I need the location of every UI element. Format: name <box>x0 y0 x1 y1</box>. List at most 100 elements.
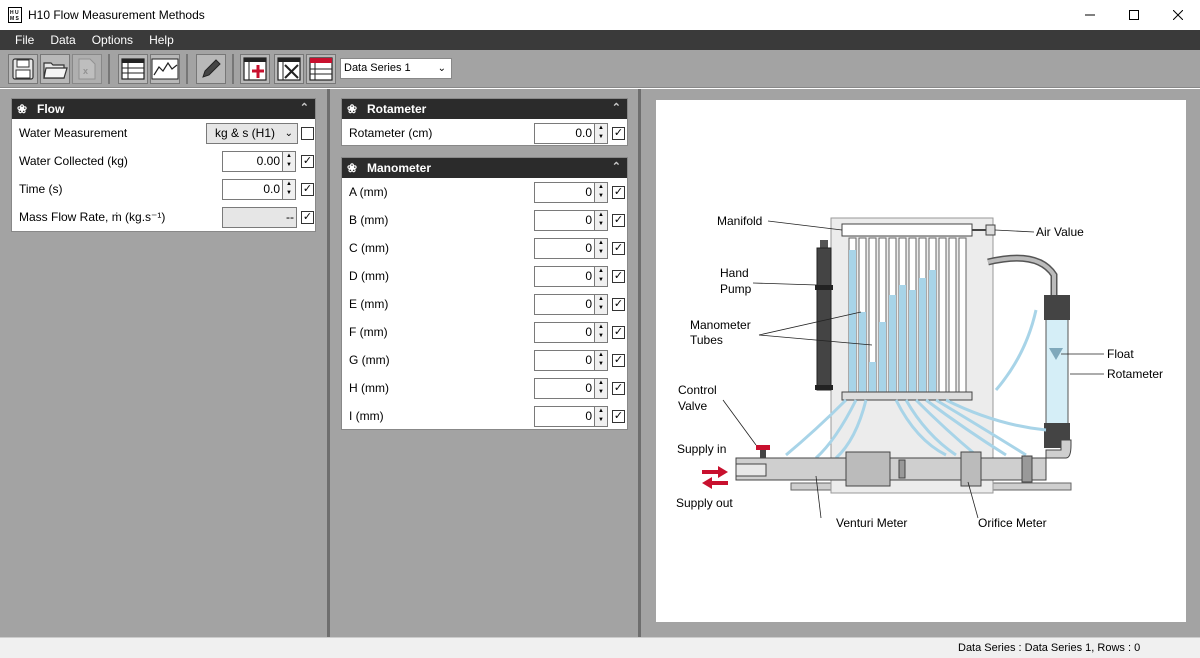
mass-flow-checkbox[interactable]: ✓ <box>301 211 314 224</box>
rotameter-input[interactable]: 0.0 <box>534 123 595 144</box>
menu-data[interactable]: Data <box>42 33 83 47</box>
water-collected-checkbox[interactable]: ✓ <box>301 155 314 168</box>
menu-help[interactable]: Help <box>141 33 182 47</box>
manometer-row-label: H (mm) <box>349 381 389 395</box>
flow-panel: ❀ Flow ⌃ Water Measurement kg & s (H1) ⌄… <box>11 98 316 232</box>
column-divider[interactable] <box>638 89 641 637</box>
manometer-row-label: C (mm) <box>349 241 389 255</box>
water-collected-input[interactable]: 0.00 <box>222 151 283 172</box>
manometer-row-input[interactable]: 0 <box>534 378 595 399</box>
flow-panel-header: ❀ Flow ⌃ <box>12 99 315 119</box>
manometer-row: B (mm) 0 ▲ ▼ ✓ <box>342 206 627 234</box>
window-title: H10 Flow Measurement Methods <box>28 8 205 22</box>
close-file-button[interactable]: x <box>72 54 102 84</box>
manometer-row-checkbox[interactable]: ✓ <box>612 242 625 255</box>
rotameter-checkbox[interactable]: ✓ <box>612 127 625 140</box>
manometer-row-spinner[interactable]: ▲ ▼ <box>594 238 608 259</box>
collapse-icon[interactable]: ⌃ <box>612 101 621 114</box>
open-button[interactable] <box>40 54 70 84</box>
manometer-row: F (mm) 0 ▲ ▼ ✓ <box>342 318 627 346</box>
delete-row-button[interactable] <box>274 54 304 84</box>
manometer-row-checkbox[interactable]: ✓ <box>612 326 625 339</box>
close-icon <box>1173 10 1183 20</box>
maximize-button[interactable] <box>1112 0 1156 30</box>
label-valve: Valve <box>678 399 707 413</box>
manometer-row-spinner[interactable]: ▲ ▼ <box>594 350 608 371</box>
manometer-row-spinner[interactable]: ▲ ▼ <box>594 294 608 315</box>
table-view-button[interactable] <box>118 54 148 84</box>
water-measurement-select[interactable]: kg & s (H1) ⌄ <box>206 123 298 144</box>
manometer-row: A (mm) 0 ▲ ▼ ✓ <box>342 178 627 206</box>
menu-options[interactable]: Options <box>84 33 141 47</box>
label-supply-out: Supply out <box>676 496 733 510</box>
rotameter-panel-title: Rotameter <box>367 102 427 116</box>
graph-view-button[interactable] <box>150 54 180 84</box>
water-measurement-label: Water Measurement <box>19 126 128 140</box>
manometer-row-checkbox[interactable]: ✓ <box>612 382 625 395</box>
manometer-row-input[interactable]: 0 <box>534 406 595 427</box>
rotameter-label: Rotameter (cm) <box>349 126 433 140</box>
title-bar: H UM S H10 Flow Measurement Methods <box>0 0 1200 30</box>
water-collected-row: Water Collected (kg) 0.00 ▲ ▼ ✓ <box>12 147 315 175</box>
manometer-row-input[interactable]: 0 <box>534 294 595 315</box>
manometer-row-spinner[interactable]: ▲ ▼ <box>594 266 608 287</box>
close-button[interactable] <box>1156 0 1200 30</box>
series-button[interactable] <box>306 54 336 84</box>
manometer-row: H (mm) 0 ▲ ▼ ✓ <box>342 374 627 402</box>
manometer-row-checkbox[interactable]: ✓ <box>612 354 625 367</box>
manometer-row-checkbox[interactable]: ✓ <box>612 298 625 311</box>
manometer-row-spinner[interactable]: ▲ ▼ <box>594 182 608 203</box>
label-manometer: Manometer <box>690 318 751 332</box>
manometer-row-input[interactable]: 0 <box>534 266 595 287</box>
toolbar-separator <box>108 54 110 84</box>
control-valve <box>756 445 770 450</box>
manometer-row-input[interactable]: 0 <box>534 210 595 231</box>
add-row-icon <box>243 57 267 81</box>
manometer-row-input[interactable]: 0 <box>534 350 595 371</box>
manometer-row-input[interactable]: 0 <box>534 238 595 259</box>
app-icon: H UM S <box>8 7 22 23</box>
manometer-row: D (mm) 0 ▲ ▼ ✓ <box>342 262 627 290</box>
label-tubes: Tubes <box>690 333 723 347</box>
manometer-row-input[interactable]: 0 <box>534 322 595 343</box>
series-table-icon <box>309 57 333 81</box>
time-row: Time (s) 0.0 ▲ ▼ ✓ <box>12 175 315 203</box>
rotameter-spinner[interactable]: ▲ ▼ <box>594 123 608 144</box>
manometer-row-spinner[interactable]: ▲ ▼ <box>594 378 608 399</box>
manometer-row-checkbox[interactable]: ✓ <box>612 270 625 283</box>
manometer-row-spinner[interactable]: ▲ ▼ <box>594 210 608 231</box>
save-button[interactable] <box>8 54 38 84</box>
manometer-row-spinner[interactable]: ▲ ▼ <box>594 406 608 427</box>
manometer-panel-header: ❀ Manometer ⌃ <box>342 158 627 178</box>
column-divider[interactable] <box>327 89 330 637</box>
time-spinner[interactable]: ▲ ▼ <box>282 179 296 200</box>
water-measurement-checkbox[interactable] <box>301 127 314 140</box>
data-series-select[interactable]: Data Series 1 ⌄ <box>340 58 452 79</box>
add-row-button[interactable] <box>240 54 270 84</box>
toolbar: x <box>0 50 1200 88</box>
status-text: Data Series : Data Series 1, Rows : 0 <box>958 642 1141 654</box>
manometer-row-label: E (mm) <box>349 297 389 311</box>
label-supply-in: Supply in <box>677 442 726 456</box>
edit-button[interactable] <box>196 54 226 84</box>
gear-icon: ❀ <box>17 102 28 116</box>
collapse-icon[interactable]: ⌃ <box>300 101 309 114</box>
manometer-row-checkbox[interactable]: ✓ <box>612 186 625 199</box>
manometer-row: I (mm) 0 ▲ ▼ ✓ <box>342 402 627 430</box>
time-input[interactable]: 0.0 <box>222 179 283 200</box>
manometer-row-input[interactable]: 0 <box>534 182 595 203</box>
chevron-down-icon: ⌄ <box>437 63 446 74</box>
manometer-row-checkbox[interactable]: ✓ <box>612 214 625 227</box>
maximize-icon <box>1129 10 1139 20</box>
label-hand: Hand <box>720 266 749 280</box>
menu-file[interactable]: File <box>7 33 42 47</box>
mass-flow-label: Mass Flow Rate, ṁ (kg.s⁻¹) <box>19 210 166 224</box>
collapse-icon[interactable]: ⌃ <box>612 160 621 173</box>
manometer-row-spinner[interactable]: ▲ ▼ <box>594 322 608 343</box>
label-control: Control <box>678 383 717 397</box>
minimize-button[interactable] <box>1068 0 1112 30</box>
time-checkbox[interactable]: ✓ <box>301 183 314 196</box>
table-icon <box>121 58 145 80</box>
manometer-row-checkbox[interactable]: ✓ <box>612 410 625 423</box>
water-collected-spinner[interactable]: ▲ ▼ <box>282 151 296 172</box>
